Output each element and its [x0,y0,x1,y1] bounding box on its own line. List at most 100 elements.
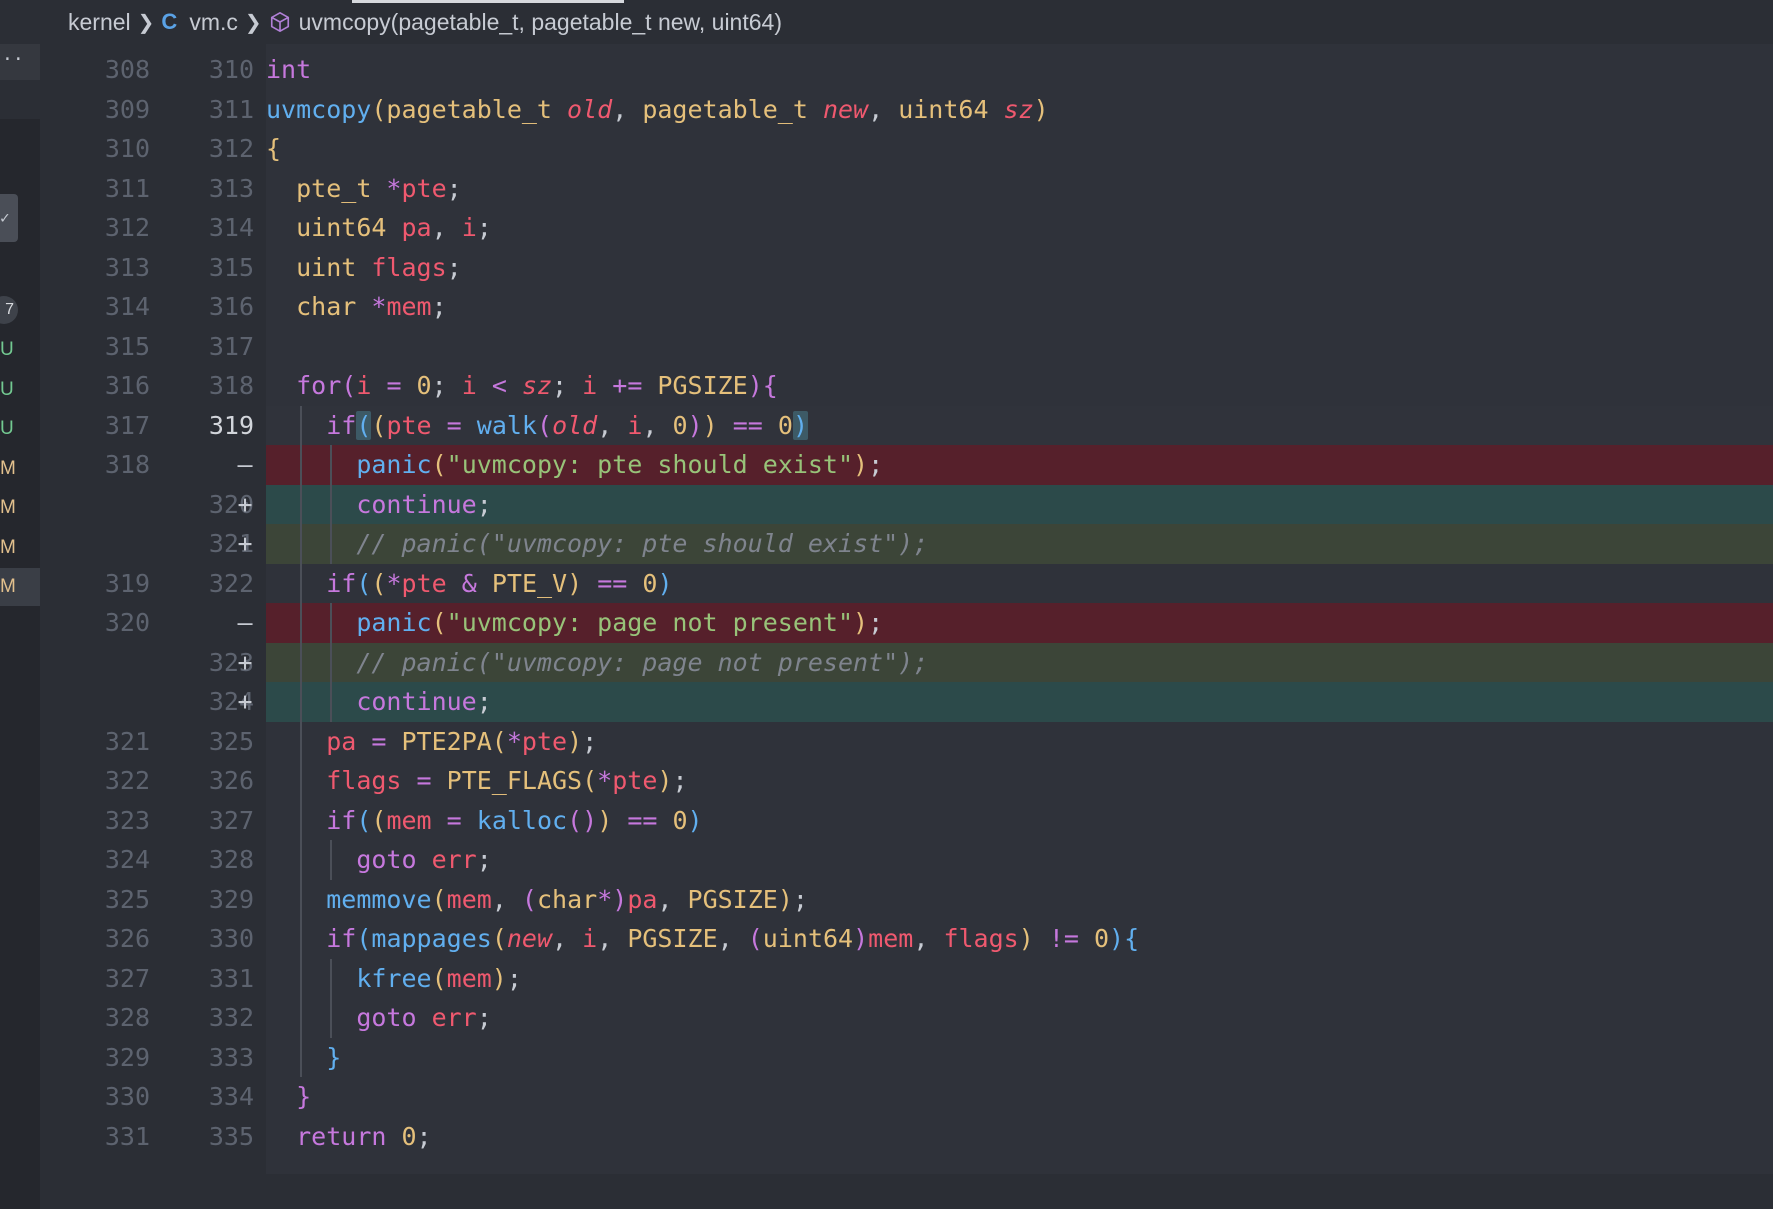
code-token: PGSIZE [687,884,778,914]
code-token: 0 [416,371,432,400]
diff-row[interactable]: 322 326 flags = PTE_FLAGS(*pte); [0,761,1773,801]
code-token: flags [943,924,1019,953]
code-line[interactable]: // panic("uvmcopy: page not present"); [266,642,1773,682]
code-line[interactable]: for(i = 0; i < sz; i += PGSIZE){ [266,366,1773,406]
code-token: * [597,766,613,795]
code-line[interactable]: pa = PTE2PA(*pte); [266,721,1773,761]
code-token: goto [356,845,432,874]
diff-row[interactable]: 320 + continue; [0,484,1773,524]
indent-guide [330,445,333,485]
code-line[interactable]: continue; [266,682,1773,722]
diff-row[interactable]: 326 330 if(mappages(new, i, PGSIZE, (uint… [0,919,1773,959]
breadcrumb-folder[interactable]: kernel [68,9,131,36]
code-token: , [913,924,944,953]
diff-row[interactable]: 311 313 pte_t *pte; [0,169,1773,209]
code-token: pte [521,726,568,756]
code-token: // panic("uvmcopy: pte should exist"); [356,529,929,558]
diff-row[interactable]: 317 319 if((pte = walk(old, i, 0)) == 0) [0,405,1773,446]
code-token: if [326,568,357,598]
diff-row[interactable]: 309 311 uvmcopy(pagetable_t old, pagetable… [0,90,1773,130]
diff-row[interactable]: 321 + // panic("uvmcopy: pte should exist… [0,524,1773,564]
diff-row[interactable]: 323 + // panic("uvmcopy: page not present… [0,642,1773,682]
code-token: ( [371,568,387,598]
indent-guide [300,682,303,722]
code-line[interactable]: if((*pte & PTE_V) == 0) [266,563,1773,603]
code-line[interactable]: uint flags; [266,248,1773,288]
code-token: i [582,924,598,953]
diff-row[interactable]: 324 + continue; [0,682,1773,722]
code-token: ; [446,252,462,282]
code-line[interactable]: pte_t *pte; [266,169,1773,209]
code-token: == [717,410,778,440]
code-line[interactable]: goto err; [266,998,1773,1038]
code-token: ) [597,805,613,835]
diff-row[interactable]: 315 317 [0,327,1773,367]
code-token: += [612,371,658,400]
diff-row[interactable]: 328 332 goto err; [0,998,1773,1038]
code-token: * [597,884,613,914]
diff-row[interactable]: 325 329 memmove(mem, (char*)pa, PGSIZE); [0,879,1773,919]
old-line-number: 309 [104,94,150,124]
code-line[interactable]: int [266,50,1773,90]
diff-marker [230,248,260,288]
diff-row[interactable]: 312 314 uint64 pa, i; [0,208,1773,248]
code-line[interactable]: memmove(mem, (char*)pa, PGSIZE); [266,879,1773,919]
breadcrumb-file[interactable]: C vm.c [161,9,237,36]
diff-row[interactable]: 331 335 return 0; [0,1117,1773,1157]
old-line-number: 328 [104,1003,150,1032]
code-line[interactable]: panic("uvmcopy: pte should exist"); [266,445,1773,485]
old-line-number: 330 [104,1082,150,1111]
code-line[interactable]: panic("uvmcopy: page not present"); [266,603,1773,643]
code-line[interactable]: if((mem = kalloc()) == 0) [266,800,1773,840]
diff-row[interactable]: 330 334 } [0,1077,1773,1117]
code-line[interactable]: char *mem; [266,287,1773,327]
code-token: uint64 [898,94,1004,124]
code-token: ) [777,884,793,914]
diff-row[interactable]: 323 327 if((mem = kalloc()) == 0) [0,800,1773,840]
diff-row[interactable]: 321 325 pa = PTE2PA(*pte); [0,721,1773,761]
diff-row[interactable]: 327 331 kfree(mem); [0,958,1773,999]
code-line[interactable]: return 0; [266,1117,1773,1157]
code-line[interactable]: kfree(mem); [266,958,1773,998]
code-line[interactable]: goto err; [266,840,1773,880]
diff-row[interactable]: 319 322 if((*pte & PTE_V) == 0) [0,563,1773,603]
diff-row[interactable]: 314 316 char *mem; [0,287,1773,327]
diff-row[interactable]: 310 312{ [0,129,1773,169]
code-line[interactable]: } [266,1077,1773,1117]
code-token: flags [326,766,417,795]
diff-row[interactable]: 316 318 for(i = 0; i < sz; i += PGSIZE){ [0,366,1773,406]
code-token: () [567,805,598,835]
code-line[interactable]: // panic("uvmcopy: pte should exist"); [266,524,1773,564]
indent-guide [330,603,333,643]
code-line[interactable]: { [266,129,1773,169]
code-line[interactable] [266,327,1773,367]
diff-marker [230,406,260,446]
diff-row[interactable]: 320 — panic("uvmcopy: page not present"); [0,603,1773,643]
indent-guide [300,484,303,524]
added-marker-icon: + [237,489,253,519]
code-token: , [597,410,628,440]
code-token: pte [386,410,447,440]
code-line[interactable]: if(mappages(new, i, PGSIZE, (uint64)mem,… [266,919,1773,959]
code-line[interactable]: } [266,1037,1773,1077]
code-line[interactable]: continue; [266,484,1773,524]
diff-row[interactable]: 318 — panic("uvmcopy: pte should exist"); [0,445,1773,485]
code-token: ( [371,805,387,835]
c-file-icon: C [161,9,178,34]
diff-row[interactable]: 324 328 goto err; [0,840,1773,880]
diff-marker [230,959,260,999]
code-token: uint64 [762,924,854,953]
diff-row[interactable]: 308 310 int [0,50,1773,90]
diff-row[interactable]: 313 315 uint flags; [0,248,1773,288]
old-line-number: 314 [104,292,150,321]
breadcrumb-symbol[interactable]: uvmcopy(pagetable_t, pagetable_t new, ui… [269,9,782,36]
code-token: char [536,884,598,914]
diff-row[interactable]: 329 333 } [0,1037,1773,1077]
code-line[interactable]: flags = PTE_FLAGS(*pte); [266,761,1773,801]
code-line[interactable]: uvmcopy(pagetable_t old, pagetable_t new… [266,90,1773,130]
indent-guide [330,524,333,564]
code-token: * [506,726,522,756]
code-line[interactable]: uint64 pa, i; [266,208,1773,248]
code-line[interactable]: if((pte = walk(old, i, 0)) == 0) [266,405,1773,445]
diff-marker [230,761,260,801]
